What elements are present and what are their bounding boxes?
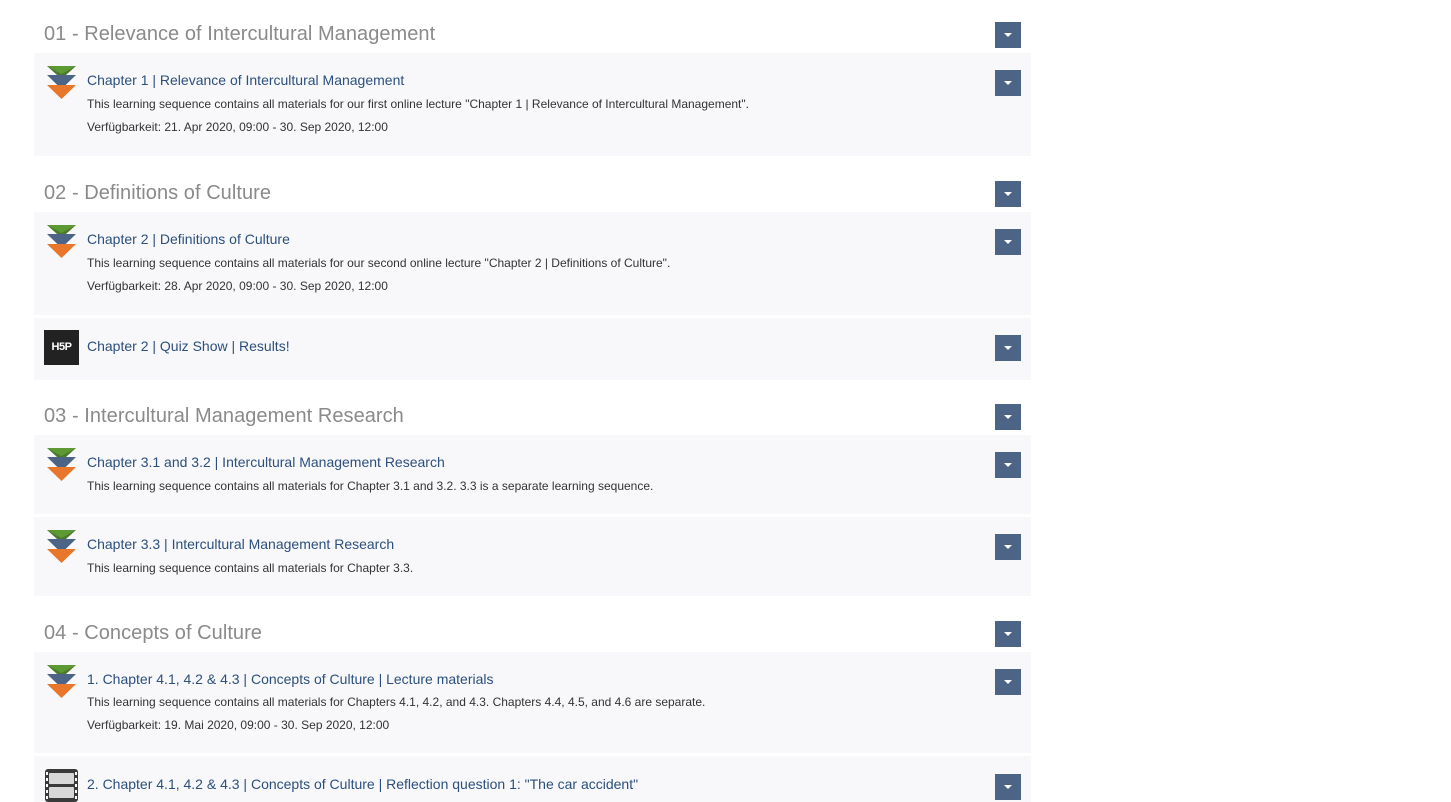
item-actions-dropdown-button[interactable] bbox=[995, 452, 1021, 478]
section-03: 03 - Intercultural Management Research C… bbox=[34, 394, 1031, 596]
item-availability: Verfügbarkeit: 28. Apr 2020, 09:00 - 30.… bbox=[87, 279, 388, 293]
item-actions-dropdown-button[interactable] bbox=[995, 774, 1021, 800]
item-actions-dropdown-button[interactable] bbox=[995, 335, 1021, 361]
item-title-link[interactable]: Chapter 3.3 | Intercultural Management R… bbox=[87, 536, 394, 552]
caret-down-icon bbox=[1004, 545, 1012, 549]
caret-down-icon bbox=[1004, 33, 1012, 37]
section-04: 04 - Concepts of Culture 1. Chapter 4.1,… bbox=[34, 611, 1031, 802]
section-header: 01 - Relevance of Intercultural Manageme… bbox=[34, 12, 1031, 53]
list-item: 2. Chapter 4.1, 4.2 & 4.3 | Concepts of … bbox=[34, 756, 1031, 802]
section-title: 03 - Intercultural Management Research bbox=[44, 405, 404, 427]
caret-down-icon bbox=[1004, 415, 1012, 419]
item-title-link[interactable]: 1. Chapter 4.1, 4.2 & 4.3 | Concepts of … bbox=[87, 671, 494, 687]
list-item: Chapter 2 | Definitions of Culture This … bbox=[34, 212, 1031, 318]
learning-sequence-icon bbox=[47, 665, 76, 698]
item-description: This learning sequence contains all mate… bbox=[87, 97, 749, 111]
list-item: Chapter 3.3 | Intercultural Management R… bbox=[34, 517, 1031, 596]
item-actions-dropdown-button[interactable] bbox=[995, 534, 1021, 560]
caret-down-icon bbox=[1004, 632, 1012, 636]
caret-down-icon bbox=[1004, 346, 1012, 350]
item-availability: Verfügbarkeit: 19. Mai 2020, 09:00 - 30.… bbox=[87, 718, 390, 732]
item-actions-dropdown-button[interactable] bbox=[995, 70, 1021, 96]
learning-sequence-icon bbox=[47, 530, 76, 563]
item-title-link[interactable]: Chapter 2 | Quiz Show | Results! bbox=[87, 338, 290, 354]
item-actions-dropdown-button[interactable] bbox=[995, 669, 1021, 695]
list-item: 1. Chapter 4.1, 4.2 & 4.3 | Concepts of … bbox=[34, 652, 1031, 756]
section-actions-dropdown-button[interactable] bbox=[995, 181, 1021, 207]
section-actions-dropdown-button[interactable] bbox=[995, 621, 1021, 647]
item-description: This learning sequence contains all mate… bbox=[87, 256, 671, 270]
section-actions-dropdown-button[interactable] bbox=[995, 404, 1021, 430]
learning-sequence-icon bbox=[47, 225, 76, 258]
item-availability: Verfügbarkeit: 21. Apr 2020, 09:00 - 30.… bbox=[87, 120, 388, 134]
caret-down-icon bbox=[1004, 785, 1012, 789]
item-title-link[interactable]: Chapter 1 | Relevance of Intercultural M… bbox=[87, 72, 404, 88]
section-02: 02 - Definitions of Culture Chapter 2 | … bbox=[34, 171, 1031, 380]
caret-down-icon bbox=[1004, 240, 1012, 244]
section-actions-dropdown-button[interactable] bbox=[995, 22, 1021, 48]
item-description: This learning sequence contains all mate… bbox=[87, 695, 706, 709]
item-description: This learning sequence contains all mate… bbox=[87, 479, 654, 493]
section-header: 03 - Intercultural Management Research bbox=[34, 394, 1031, 435]
learning-sequence-icon bbox=[47, 448, 76, 481]
section-title: 01 - Relevance of Intercultural Manageme… bbox=[44, 23, 436, 45]
item-actions-dropdown-button[interactable] bbox=[995, 229, 1021, 255]
item-description: This learning sequence contains all mate… bbox=[87, 561, 414, 575]
item-title-link[interactable]: Chapter 2 | Definitions of Culture bbox=[87, 231, 290, 247]
list-item: Chapter 1 | Relevance of Intercultural M… bbox=[34, 53, 1031, 156]
section-header: 04 - Concepts of Culture bbox=[34, 611, 1031, 652]
section-header: 02 - Definitions of Culture bbox=[34, 171, 1031, 212]
item-title-link[interactable]: 2. Chapter 4.1, 4.2 & 4.3 | Concepts of … bbox=[87, 776, 638, 792]
caret-down-icon bbox=[1004, 680, 1012, 684]
film-icon bbox=[45, 769, 78, 802]
caret-down-icon bbox=[1004, 81, 1012, 85]
learning-sequence-icon bbox=[47, 66, 76, 99]
section-title: 04 - Concepts of Culture bbox=[44, 622, 262, 644]
section-title: 02 - Definitions of Culture bbox=[44, 182, 272, 204]
section-01: 01 - Relevance of Intercultural Manageme… bbox=[34, 12, 1031, 156]
item-title-link[interactable]: Chapter 3.1 and 3.2 | Intercultural Mana… bbox=[87, 454, 445, 470]
caret-down-icon bbox=[1004, 463, 1012, 467]
caret-down-icon bbox=[1004, 192, 1012, 196]
list-item: Chapter 3.1 and 3.2 | Intercultural Mana… bbox=[34, 435, 1031, 517]
h5p-icon-label: H5P bbox=[51, 341, 72, 353]
h5p-icon: H5P bbox=[44, 330, 79, 365]
list-item: H5P Chapter 2 | Quiz Show | Results! bbox=[34, 318, 1031, 380]
course-content: 01 - Relevance of Intercultural Manageme… bbox=[0, 0, 1451, 802]
